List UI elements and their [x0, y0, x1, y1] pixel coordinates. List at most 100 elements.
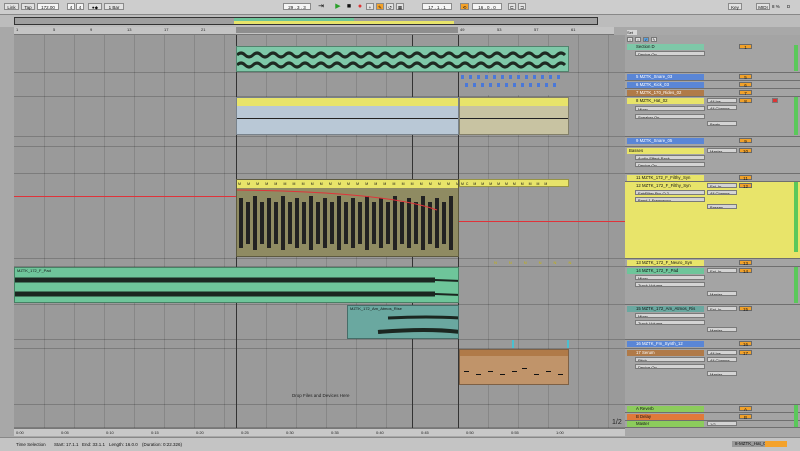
track-name[interactable]: 14 MZTK_172_F_Pad	[627, 268, 704, 274]
output-type[interactable]: Master	[707, 291, 737, 296]
track-number[interactable]: 1	[739, 44, 752, 50]
audio-clip-pad[interactable]: MZTK_172_F_Pad	[14, 267, 459, 303]
automation-param[interactable]: Band 1 Frequency	[635, 197, 705, 202]
output-type[interactable]: Master	[707, 148, 737, 153]
punch-out-button[interactable]: ⊐	[518, 3, 526, 10]
loop-brace[interactable]	[236, 27, 458, 33]
record-icon[interactable]: ●	[356, 3, 364, 11]
midi-clip-mc[interactable]: MC M M M M M M M M M M	[459, 179, 569, 187]
automation-param[interactable]: Device On	[635, 162, 705, 167]
song-position[interactable]: 29 . 3 . 3	[283, 3, 311, 10]
loop-start-field[interactable]: 17 . 1 . 1	[422, 3, 452, 10]
automation-line[interactable]	[14, 196, 236, 197]
track-lane-snare[interactable]	[14, 137, 625, 147]
loop-switch[interactable]: ⟲	[460, 3, 469, 10]
track-number[interactable]: 12	[739, 183, 752, 189]
track-header[interactable]: 13 MZTK_172_F_Neuro_Syn 13	[625, 259, 800, 267]
return-track-header[interactable]: A Reverb A	[625, 405, 800, 413]
automation-param[interactable]: Device On	[635, 364, 705, 369]
output-type[interactable]: Beats	[707, 121, 737, 126]
quantize-menu[interactable]: 1 Bar	[104, 3, 124, 10]
track-name[interactable]: 13 MZTK_172_F_Neuro_Syn	[627, 260, 704, 266]
track-header[interactable]: Section D Device On 1	[625, 43, 800, 73]
track-name[interactable]: 9 MZTK_Snare_05	[627, 138, 704, 144]
follow-icon[interactable]: ⇥	[317, 3, 325, 11]
metronome-button[interactable]: ●◆	[88, 3, 102, 10]
track-header[interactable]: 17 Serum Pitch Device On All Ins All Cha…	[625, 349, 800, 405]
track-number[interactable]: 9	[739, 138, 752, 144]
track-number[interactable]: 5	[739, 74, 752, 80]
track-number[interactable]: 15	[739, 306, 752, 312]
input-type[interactable]: Ext. In	[707, 268, 737, 273]
track-letter[interactable]: B	[739, 414, 752, 420]
device-chooser[interactable]: Device On	[635, 51, 705, 56]
audio-clip-hat[interactable]	[236, 97, 459, 135]
track-name[interactable]: Section D	[627, 44, 704, 50]
automation-param[interactable]: Speaker On	[635, 114, 705, 119]
back-to-arrangement-button[interactable]: ↺	[386, 3, 394, 10]
track-header[interactable]: 11 MZTK_172_F_Filthy_Syn 11	[625, 174, 800, 182]
tap-button[interactable]: Tap	[21, 3, 35, 10]
track-header[interactable]: 5 MZTK_Snare_03 5	[625, 73, 800, 81]
stop-icon[interactable]: ■	[345, 3, 353, 11]
track-name[interactable]: Master	[627, 421, 704, 427]
return-track-header[interactable]: B Delay B	[625, 413, 800, 421]
track-letter[interactable]: A	[739, 406, 752, 412]
loop-length-field[interactable]: 16 . 0 . 0	[472, 3, 502, 10]
track-number[interactable]: 8	[739, 98, 752, 104]
overdub-button[interactable]: +	[366, 3, 374, 10]
track-name[interactable]: 7 MZTK_170_Rides_02	[627, 90, 704, 96]
drum-clip[interactable]	[459, 73, 569, 95]
track-name[interactable]: 11 MZTK_172_F_Filthy_Syn	[627, 175, 704, 181]
automation-device[interactable]: Pitch	[635, 357, 705, 362]
automation-param[interactable]: Track Volume	[635, 282, 705, 287]
track-name[interactable]: A Reverb	[627, 406, 704, 412]
track-header[interactable]: Basses Audio Effect Rack Device On Maste…	[625, 147, 800, 174]
audio-clip-hat-2[interactable]	[459, 97, 569, 135]
track-number[interactable]: 14	[739, 268, 752, 274]
link-button[interactable]: Link	[4, 3, 19, 10]
automation-device[interactable]: Mixer	[635, 275, 705, 280]
device-chooser[interactable]: Audio Effect Rack	[635, 155, 705, 160]
track-name[interactable]: 6 MZTK_Kick_03	[627, 82, 704, 88]
track-header[interactable]: 14 MZTK_172_F_Pad Mixer Track Volume Ext…	[625, 267, 800, 305]
track-header[interactable]: 12 MZTK_172_F_Filthy_Syn FabFilter Pro-Q…	[625, 182, 800, 259]
automation-param[interactable]: Track Volume	[635, 320, 705, 325]
track-header[interactable]: 16 MZTK_Fm_Synth_12 16	[625, 340, 800, 349]
automation-line[interactable]	[459, 221, 625, 222]
track-header[interactable]: 8 MZTK_Hat_02 Mixer Speaker On All Ins A…	[625, 97, 800, 137]
input-type[interactable]: Ext. In	[707, 306, 737, 311]
tempo-field[interactable]: 172.00	[37, 3, 59, 10]
output-type[interactable]: Basses	[707, 204, 737, 209]
track-number[interactable]: 13	[739, 260, 752, 266]
input-type[interactable]: Ext. In	[707, 183, 737, 188]
track-lane-basses[interactable]	[14, 147, 625, 174]
arrangement-view[interactable]: M M M M M M M M M M M M M M M M M M M M …	[14, 35, 625, 428]
track-number[interactable]: 10	[739, 148, 752, 154]
track-name[interactable]: 17 Serum	[627, 350, 704, 356]
punch-in-button[interactable]: ⊏	[508, 3, 516, 10]
automation-arm-button[interactable]: ✎	[376, 3, 384, 10]
track-name[interactable]: 8 MZTK_Hat_02	[627, 98, 704, 104]
track-number[interactable]: 6	[739, 82, 752, 88]
input-type[interactable]: All Ins	[707, 350, 737, 355]
track-number[interactable]: 17	[739, 350, 752, 356]
input-type[interactable]: All Ins	[707, 98, 737, 103]
detail-view-toggle[interactable]	[765, 441, 787, 447]
audio-clip-atmos[interactable]: MZTK_172_Am_Atmos_Rise	[347, 305, 459, 339]
midi-clip-filthy[interactable]: M M M M M M M M M M M M M M M M M M M M …	[236, 179, 459, 257]
track-number[interactable]: 16	[739, 341, 752, 347]
arrangement-overview[interactable]	[0, 15, 800, 27]
track-number[interactable]: 7	[739, 90, 752, 96]
input-channel[interactable]: All Channe	[707, 190, 737, 195]
key-map-button[interactable]: Key	[728, 3, 742, 10]
midi-clip-serum[interactable]	[459, 349, 569, 385]
track-header[interactable]: 15 MZTK_172_Am_Atmos_Ris Mixer Track Vol…	[625, 305, 800, 340]
play-icon[interactable]: ▶	[334, 3, 342, 11]
time-sig-denominator[interactable]: 4	[76, 3, 84, 10]
input-channel[interactable]: All Channe	[707, 357, 737, 362]
automation-device[interactable]: Mixer	[635, 106, 705, 111]
track-lane-fm-synth[interactable]	[14, 340, 625, 349]
track-name[interactable]: 12 MZTK_172_F_Filthy_Syn	[627, 183, 704, 189]
midi-map-button[interactable]: MIDI	[756, 3, 770, 10]
